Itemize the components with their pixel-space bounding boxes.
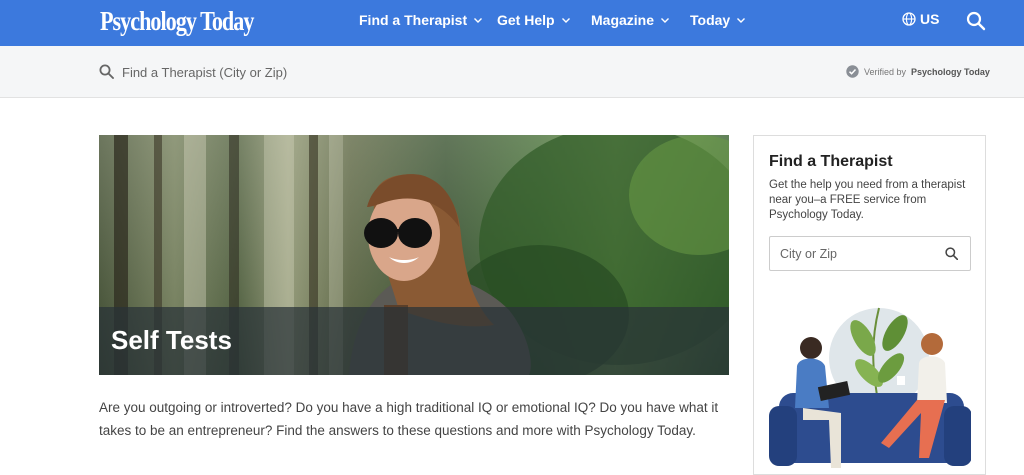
search-icon[interactable] bbox=[945, 247, 958, 260]
globe-icon bbox=[902, 12, 916, 26]
nav-find-therapist[interactable]: Find a Therapist bbox=[359, 12, 483, 28]
page-title: Self Tests bbox=[111, 325, 232, 355]
city-zip-input[interactable] bbox=[769, 236, 971, 271]
site-logo[interactable]: Psychology Today bbox=[100, 6, 254, 37]
verified-badge: Verified by Psychology Today bbox=[846, 65, 990, 78]
check-circle-icon bbox=[846, 65, 859, 78]
chevron-down-icon bbox=[737, 18, 746, 23]
nav-today-label: Today bbox=[690, 12, 731, 28]
hero-caption: Self Tests bbox=[99, 307, 729, 375]
chevron-down-icon bbox=[661, 18, 670, 23]
intro-paragraph: Are you outgoing or introverted? Do you … bbox=[99, 400, 719, 438]
chevron-down-icon bbox=[561, 18, 570, 23]
chevron-down-icon bbox=[474, 18, 483, 23]
nav-today[interactable]: Today bbox=[690, 12, 746, 28]
therapist-search-bar: Verified by Psychology Today bbox=[0, 46, 1024, 98]
therapist-search-input[interactable] bbox=[122, 60, 522, 84]
find-therapist-card: Find a Therapist Get the help you need f… bbox=[753, 135, 986, 475]
nav-magazine[interactable]: Magazine bbox=[591, 12, 670, 28]
nav-magazine-label: Magazine bbox=[591, 12, 655, 28]
card-description: Get the help you need from a therapist n… bbox=[769, 179, 966, 221]
card-title: Find a Therapist bbox=[769, 153, 893, 170]
nav-get-help[interactable]: Get Help bbox=[497, 12, 571, 28]
search-icon[interactable] bbox=[966, 11, 986, 31]
nav-get-help-label: Get Help bbox=[497, 12, 555, 28]
region-label: US bbox=[920, 11, 940, 27]
verified-brand: Psychology Today bbox=[911, 66, 990, 77]
region-selector[interactable]: US bbox=[902, 11, 939, 27]
nav-find-therapist-label: Find a Therapist bbox=[359, 12, 468, 28]
hero-image: Self Tests bbox=[99, 135, 729, 375]
therapy-session-illustration bbox=[769, 307, 971, 468]
search-icon bbox=[99, 64, 114, 79]
verified-prefix: Verified by bbox=[864, 66, 907, 77]
top-nav: Psychology Today Find a Therapist Get He… bbox=[0, 0, 1024, 46]
